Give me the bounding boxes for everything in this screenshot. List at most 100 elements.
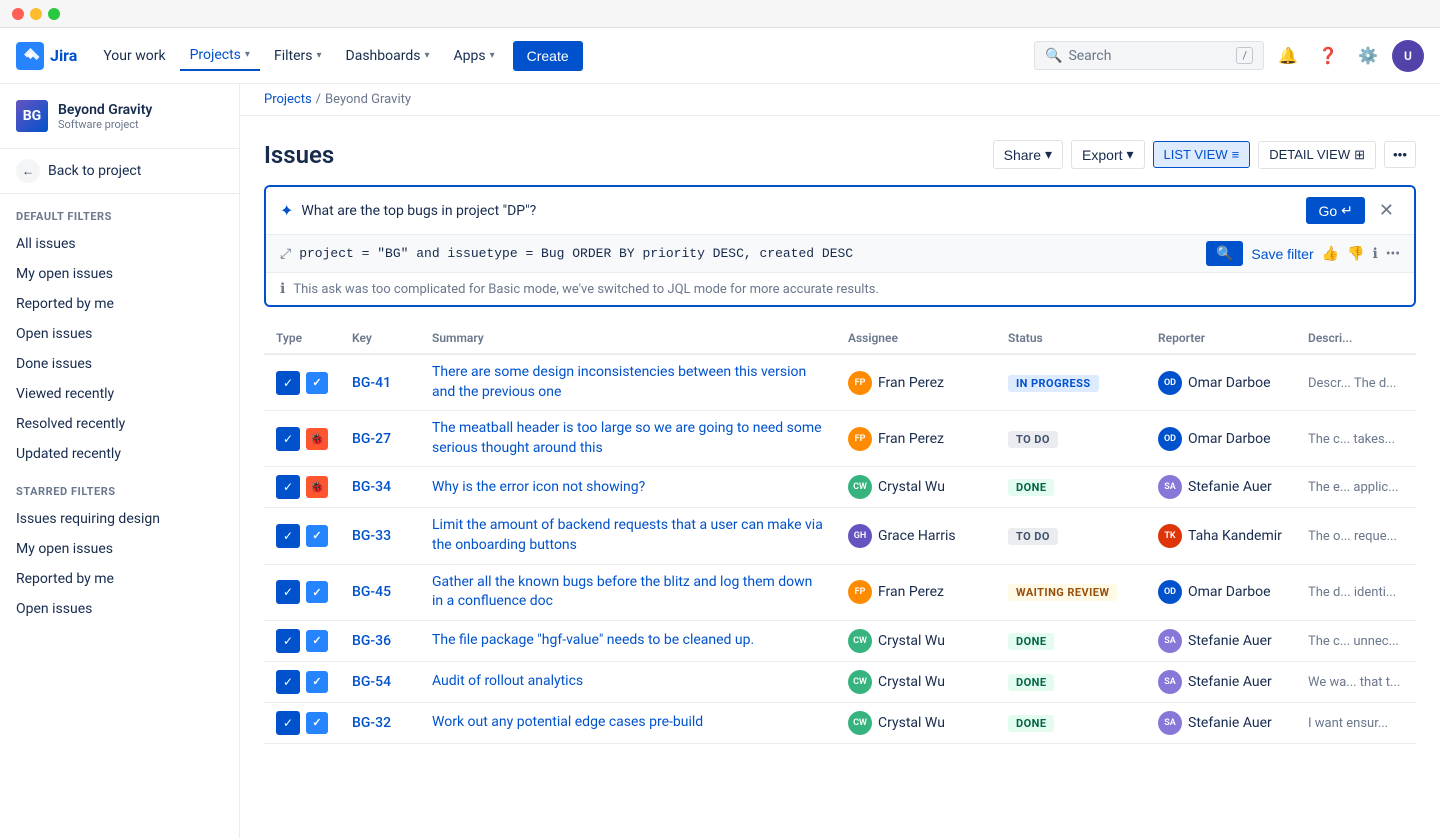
back-to-project-button[interactable]: ← Back to project bbox=[0, 149, 239, 194]
cell-type: ✓ ✓ bbox=[264, 508, 340, 564]
reporter-name: Stefanie Auer bbox=[1188, 633, 1272, 649]
close-ai-button[interactable]: ✕ bbox=[1373, 198, 1400, 223]
go-button[interactable]: Go ↵ bbox=[1306, 197, 1364, 224]
breadcrumb-projects-link[interactable]: Projects bbox=[264, 92, 312, 107]
sidebar-item-done-issues[interactable]: Done issues bbox=[0, 349, 239, 379]
more-options-button[interactable]: ••• bbox=[1384, 141, 1416, 168]
sidebar-item-updated-recently[interactable]: Updated recently bbox=[0, 439, 239, 469]
issue-key-link[interactable]: BG-54 bbox=[352, 674, 391, 690]
nav-dashboards[interactable]: Dashboards ▾ bbox=[336, 42, 440, 70]
row-checkbox[interactable]: ✓ bbox=[276, 371, 300, 395]
thumbs-up-icon[interactable]: 👍 bbox=[1322, 246, 1339, 262]
sidebar-item-starred-my-open-issues[interactable]: My open issues bbox=[0, 534, 239, 564]
description-preview: We wa... that t... bbox=[1308, 675, 1400, 690]
search-box[interactable]: 🔍 Search / bbox=[1034, 41, 1264, 70]
save-filter-button[interactable]: Save filter bbox=[1251, 246, 1313, 262]
minimize-button-dot[interactable] bbox=[30, 8, 42, 20]
issue-summary-link[interactable]: Why is the error icon not showing? bbox=[432, 479, 645, 495]
issue-summary-link[interactable]: Audit of rollout analytics bbox=[432, 673, 583, 689]
close-button-dot[interactable] bbox=[12, 8, 24, 20]
issue-summary-link[interactable]: Limit the amount of backend requests tha… bbox=[432, 517, 823, 553]
row-checkbox[interactable]: ✓ bbox=[276, 475, 300, 499]
sidebar-item-starred-reported-by-me[interactable]: Reported by me bbox=[0, 564, 239, 594]
user-avatar[interactable]: U bbox=[1392, 40, 1424, 72]
issue-key-link[interactable]: BG-45 bbox=[352, 584, 391, 600]
nav-apps[interactable]: Apps ▾ bbox=[443, 42, 504, 70]
issue-summary-link[interactable]: There are some design inconsistencies be… bbox=[432, 364, 806, 400]
cell-status: DONE bbox=[996, 661, 1146, 702]
more-actions-icon[interactable]: ••• bbox=[1386, 246, 1400, 262]
sidebar-item-issues-requiring-design[interactable]: Issues requiring design bbox=[0, 504, 239, 534]
filters-chevron-icon: ▾ bbox=[316, 50, 321, 61]
reporter-avatar: SA bbox=[1158, 475, 1182, 499]
share-button[interactable]: Share ▾ bbox=[993, 140, 1063, 169]
cell-description: We wa... that t... bbox=[1296, 661, 1416, 702]
reporter-name: Stefanie Auer bbox=[1188, 479, 1272, 495]
issue-key-link[interactable]: BG-27 bbox=[352, 431, 391, 447]
row-checkbox[interactable]: ✓ bbox=[276, 629, 300, 653]
cell-summary: Work out any potential edge cases pre-bu… bbox=[420, 702, 836, 743]
issue-summary-link[interactable]: The file package "hgf-value" needs to be… bbox=[432, 632, 754, 648]
create-button[interactable]: Create bbox=[513, 41, 583, 71]
help-button[interactable]: ❓ bbox=[1312, 40, 1344, 72]
main-content: Projects / Beyond Gravity Issues Share ▾… bbox=[240, 84, 1440, 838]
detail-view-button[interactable]: DETAIL VIEW ⊞ bbox=[1258, 141, 1376, 169]
thumbs-down-icon[interactable]: 👎 bbox=[1347, 246, 1364, 262]
sidebar-project[interactable]: BG Beyond Gravity Software project bbox=[0, 84, 239, 149]
cell-key: BG-34 bbox=[340, 467, 420, 508]
cell-key: BG-36 bbox=[340, 620, 420, 661]
row-checkbox[interactable]: ✓ bbox=[276, 670, 300, 694]
go-enter-icon: ↵ bbox=[1341, 202, 1353, 219]
description-preview: The e... applic... bbox=[1308, 480, 1399, 495]
cell-type: ✓ ✓ bbox=[264, 661, 340, 702]
assignee-name: Fran Perez bbox=[878, 584, 944, 600]
topbar-nav: Your work Projects ▾ Filters ▾ Dashboard… bbox=[93, 41, 1026, 71]
issue-key-link[interactable]: BG-34 bbox=[352, 479, 391, 495]
assignee-name: Grace Harris bbox=[878, 528, 956, 544]
issue-summary-link[interactable]: Gather all the known bugs before the bli… bbox=[432, 574, 812, 610]
window-chrome bbox=[0, 0, 1440, 28]
sidebar-item-my-open-issues[interactable]: My open issues bbox=[0, 259, 239, 289]
notifications-button[interactable]: 🔔 bbox=[1272, 40, 1304, 72]
sidebar-item-resolved-recently[interactable]: Resolved recently bbox=[0, 409, 239, 439]
export-button[interactable]: Export ▾ bbox=[1071, 140, 1145, 169]
nav-filters[interactable]: Filters ▾ bbox=[264, 42, 332, 70]
cell-description: The e... applic... bbox=[1296, 467, 1416, 508]
jql-search-button[interactable]: 🔍 bbox=[1206, 241, 1243, 266]
starred-filters-title: STARRED FILTERS bbox=[0, 469, 239, 504]
cell-status: DONE bbox=[996, 702, 1146, 743]
issue-key-link[interactable]: BG-41 bbox=[352, 375, 391, 391]
issues-header: Issues Share ▾ Export ▾ LIST VIEW ≡ bbox=[264, 140, 1416, 169]
list-view-button[interactable]: LIST VIEW ≡ bbox=[1153, 141, 1251, 168]
row-checkbox[interactable]: ✓ bbox=[276, 711, 300, 735]
assignee-avatar: FP bbox=[848, 427, 872, 451]
sidebar-item-reported-by-me[interactable]: Reported by me bbox=[0, 289, 239, 319]
header-actions: Share ▾ Export ▾ LIST VIEW ≡ DETAIL VIEW… bbox=[993, 140, 1416, 169]
issue-summary-link[interactable]: Work out any potential edge cases pre-bu… bbox=[432, 714, 703, 730]
description-preview: The d... identi... bbox=[1308, 585, 1396, 600]
issue-key-link[interactable]: BG-36 bbox=[352, 633, 391, 649]
settings-button[interactable]: ⚙️ bbox=[1352, 40, 1384, 72]
row-checkbox[interactable]: ✓ bbox=[276, 524, 300, 548]
sidebar-item-viewed-recently[interactable]: Viewed recently bbox=[0, 379, 239, 409]
table-row: ✓ ✓ BG-54 Audit of rollout analytics CW … bbox=[264, 661, 1416, 702]
jira-logo[interactable]: Jira bbox=[16, 42, 77, 70]
ai-info-row: ℹ This ask was too complicated for Basic… bbox=[266, 272, 1414, 305]
maximize-button-dot[interactable] bbox=[48, 8, 60, 20]
row-checkbox[interactable]: ✓ bbox=[276, 427, 300, 451]
sidebar-item-open-issues[interactable]: Open issues bbox=[0, 319, 239, 349]
jql-expand-icon[interactable]: ⤢ bbox=[280, 246, 291, 262]
row-checkbox[interactable]: ✓ bbox=[276, 580, 300, 604]
issue-key-link[interactable]: BG-33 bbox=[352, 528, 391, 544]
sidebar-item-starred-open-issues[interactable]: Open issues bbox=[0, 594, 239, 624]
ai-jql-row: ⤢ 🔍 Save filter 👍 👎 ℹ ••• bbox=[266, 234, 1414, 272]
nav-your-work[interactable]: Your work bbox=[93, 42, 175, 70]
jql-input[interactable] bbox=[299, 246, 1198, 261]
issue-key-link[interactable]: BG-32 bbox=[352, 715, 391, 731]
cell-description: The o... reque... bbox=[1296, 508, 1416, 564]
nav-projects[interactable]: Projects ▾ bbox=[180, 41, 260, 71]
info-icon-action[interactable]: ℹ bbox=[1373, 246, 1378, 262]
breadcrumb: Projects / Beyond Gravity bbox=[240, 84, 1440, 116]
issue-summary-link[interactable]: The meatball header is too large so we a… bbox=[432, 420, 822, 456]
sidebar-item-all-issues[interactable]: All issues bbox=[0, 229, 239, 259]
